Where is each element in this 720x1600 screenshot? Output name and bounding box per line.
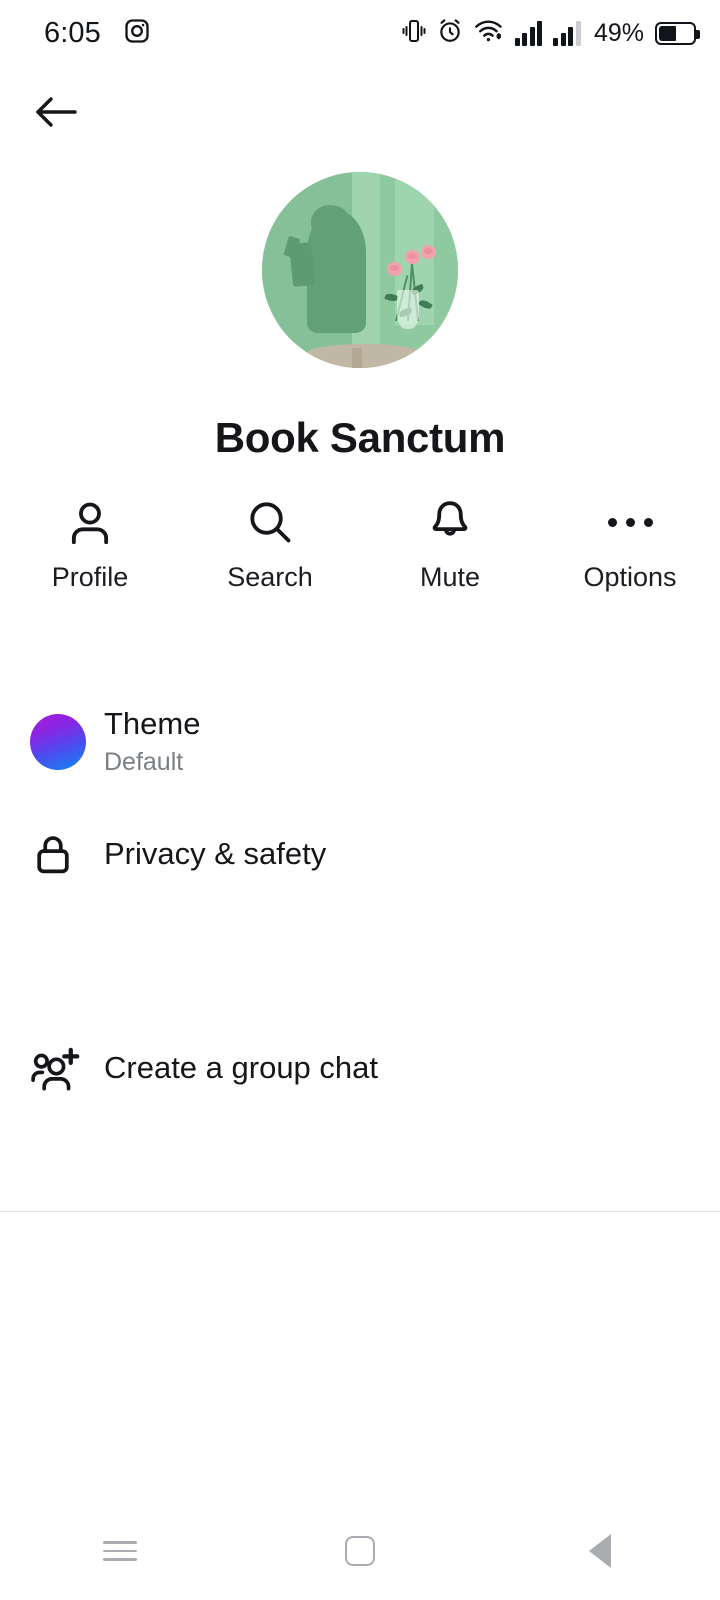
recents-icon <box>103 1535 137 1567</box>
home-icon <box>345 1536 375 1566</box>
avatar[interactable] <box>262 172 458 368</box>
status-bar-left: 6:05 <box>44 17 151 50</box>
settings-list: Theme Default Privacy & safety Create a … <box>0 688 720 1116</box>
status-bar: 6:05 49% <box>0 0 720 66</box>
action-profile[interactable]: Profile <box>0 496 180 593</box>
action-row: Profile Search Mute Options <box>0 496 720 593</box>
action-mute[interactable]: Mute <box>360 496 540 593</box>
back-arrow-icon[interactable] <box>28 86 84 138</box>
avatar-container <box>0 172 720 368</box>
phone-screen: 6:05 49% Book Sanctum Profile Search Mut… <box>0 0 720 1600</box>
android-nav-bar <box>0 1502 720 1600</box>
action-profile-label: Profile <box>51 562 129 592</box>
signal-icon <box>514 20 543 46</box>
privacy-label: Privacy & safety <box>104 836 327 872</box>
create-group-label: Create a group chat <box>104 1050 379 1086</box>
more-horizontal-icon <box>607 496 653 548</box>
recents-button[interactable] <box>0 1535 240 1567</box>
battery-icon <box>655 21 700 45</box>
person-add-icon <box>30 1044 104 1092</box>
theme-value: Default <box>104 748 184 777</box>
home-button[interactable] <box>240 1536 480 1566</box>
settings-row-theme[interactable]: Theme Default <box>0 688 720 796</box>
settings-row-privacy[interactable]: Privacy & safety <box>0 806 720 902</box>
signal-secondary-icon <box>553 20 581 46</box>
theme-swatch-icon <box>30 714 104 770</box>
action-options-label: Options <box>583 562 677 592</box>
vibrate-icon <box>402 18 426 49</box>
search-icon <box>245 496 295 548</box>
wifi-icon <box>474 18 504 49</box>
action-mute-label: Mute <box>419 562 481 592</box>
action-options[interactable]: Options <box>540 496 720 593</box>
battery-percent: 49% <box>593 18 644 47</box>
section-divider <box>0 1211 720 1212</box>
back-nav-button[interactable] <box>480 1534 720 1568</box>
page-title: Book Sanctum <box>214 414 506 461</box>
back-triangle-icon <box>589 1534 611 1568</box>
person-icon <box>65 496 115 548</box>
status-bar-right: 49% <box>402 18 700 49</box>
lock-icon <box>30 831 104 877</box>
settings-row-create-group[interactable]: Create a group chat <box>0 1020 720 1116</box>
alarm-icon <box>437 18 463 49</box>
status-time: 6:05 <box>44 16 101 49</box>
theme-label: Theme <box>104 706 201 742</box>
instagram-icon <box>123 17 151 50</box>
bell-icon <box>425 496 475 548</box>
action-search[interactable]: Search <box>180 496 360 593</box>
action-search-label: Search <box>227 562 313 592</box>
